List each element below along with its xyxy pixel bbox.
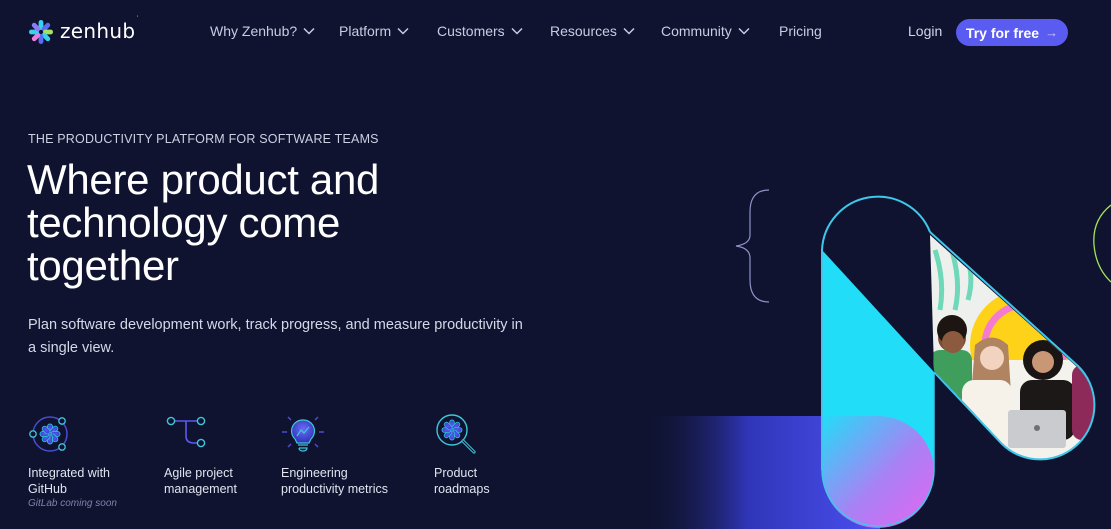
pink-gradient-shape xyxy=(822,416,934,528)
hero-illustration xyxy=(640,189,1111,529)
chevron-down-icon xyxy=(303,27,315,35)
nav-pricing[interactable]: Pricing xyxy=(779,23,822,39)
subtext-line: Plan software development work, track pr… xyxy=(28,317,523,333)
feature-label: Engineering productivity metrics xyxy=(281,465,388,497)
chevron-down-icon xyxy=(511,27,523,35)
nav-label: Resources xyxy=(550,23,617,39)
curly-brace-decoration xyxy=(735,189,770,303)
nav-resources[interactable]: Resources xyxy=(550,23,635,39)
page: zenhubˈ Why Zenhub? Platform Customers R… xyxy=(0,0,1111,529)
github-integration-icon xyxy=(29,416,68,452)
trademark-mark: ˈ xyxy=(136,15,139,22)
nav-platform[interactable]: Platform xyxy=(339,23,409,39)
try-for-free-label: Try for free xyxy=(965,24,1040,41)
feature-label-line: Engineering xyxy=(281,466,348,480)
lightbulb-chart-icon xyxy=(282,416,324,452)
try-for-free-button[interactable]: Try for free → xyxy=(956,19,1068,46)
brand-name: zenhubˈ xyxy=(60,15,139,43)
login-link[interactable]: Login xyxy=(908,23,942,39)
nav-community[interactable]: Community xyxy=(661,23,750,39)
feature-agile[interactable]: Agile project management xyxy=(164,412,237,497)
chevron-down-icon xyxy=(397,27,409,35)
subtext-line: a single view. xyxy=(28,340,115,356)
chevron-down-icon xyxy=(738,27,750,35)
feature-label-line: management xyxy=(164,482,237,496)
nav-why-zenhub[interactable]: Why Zenhub? xyxy=(210,23,315,39)
nav-label: Customers xyxy=(437,23,505,39)
feature-metrics[interactable]: Engineering productivity metrics xyxy=(281,412,388,497)
hero-eyebrow: THE PRODUCTIVITY PLATFORM FOR SOFTWARE T… xyxy=(28,132,379,146)
zenhub-logo-icon xyxy=(29,20,53,44)
arrow-right-icon: → xyxy=(1045,25,1059,40)
zenhub-logo[interactable]: zenhubˈ xyxy=(28,15,139,45)
feature-label-line: Agile project xyxy=(164,466,233,480)
feature-github[interactable]: Integrated with GitHub GitLab coming soo… xyxy=(28,412,117,509)
branch-icon xyxy=(166,416,206,448)
nav-label: Community xyxy=(661,23,732,39)
feature-label-line: Integrated with xyxy=(28,466,110,480)
feature-label-line: Product xyxy=(434,466,478,480)
nav-label: Platform xyxy=(339,23,392,39)
feature-roadmaps[interactable]: Product roadmaps xyxy=(434,412,490,497)
chevron-down-icon xyxy=(623,27,635,35)
feature-label: Agile project management xyxy=(164,465,237,497)
feature-label: Integrated with GitHub xyxy=(28,465,117,497)
gitlab-coming-soon-note: GitLab coming soon xyxy=(28,498,117,509)
green-arc-decoration xyxy=(1093,204,1111,283)
feature-label: Product roadmaps xyxy=(434,465,490,497)
team-photo xyxy=(930,235,1095,460)
headline-line: technology come xyxy=(27,199,341,246)
headline-line: Where product and xyxy=(27,156,380,203)
feature-label-line: productivity metrics xyxy=(281,482,388,496)
magnifier-icon xyxy=(436,414,476,454)
hero-headline: Where product and technology come togeth… xyxy=(27,158,547,287)
nav-customers[interactable]: Customers xyxy=(437,23,523,39)
feature-label-line: GitHub xyxy=(28,482,67,496)
hero-subtext: Plan software development work, track pr… xyxy=(28,314,548,360)
nav-label: Why Zenhub? xyxy=(210,23,298,39)
feature-label-line: roadmaps xyxy=(434,482,490,496)
top-navigation: zenhubˈ Why Zenhub? Platform Customers R… xyxy=(0,0,1111,64)
headline-line: together xyxy=(27,242,179,289)
nav-label: Pricing xyxy=(779,23,822,39)
